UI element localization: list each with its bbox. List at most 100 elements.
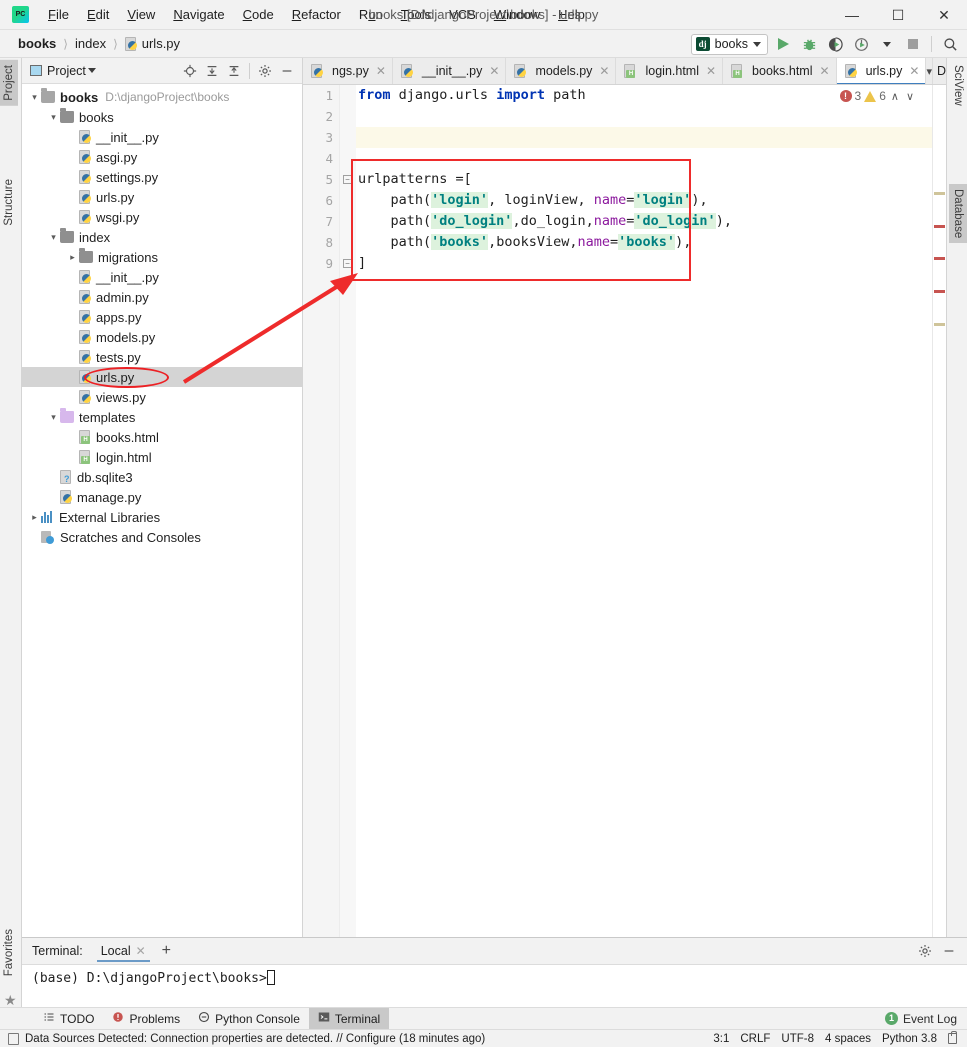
code-content[interactable]: from django.urls import path urlpatterns… [356, 85, 946, 937]
menu-item-tools[interactable]: Tools [392, 3, 440, 26]
close-icon[interactable]: ✕ [706, 64, 716, 78]
breadcrumb-item-urls[interactable]: urls.py [121, 35, 184, 52]
tree-node[interactable]: ▸ migrations [22, 247, 302, 267]
sidebar-item-database[interactable]: Database [949, 184, 967, 244]
expand-all-button[interactable] [202, 61, 222, 81]
menu-item-view[interactable]: View [118, 3, 164, 26]
indent-setting[interactable]: 4 spaces [825, 1033, 871, 1045]
close-button[interactable]: ✕ [921, 0, 967, 30]
file-encoding[interactable]: UTF-8 [781, 1033, 814, 1045]
inspection-widget[interactable]: ! 3 6 ∧ ∨ [839, 89, 917, 103]
tree-node[interactable]: settings.py [22, 167, 302, 187]
tree-node[interactable]: ▾ books [22, 107, 302, 127]
lock-icon[interactable] [948, 1031, 957, 1044]
chevron-right-icon[interactable]: ▸ [66, 252, 79, 263]
tree-node[interactable]: ▾ index [22, 227, 302, 247]
chevron-down-icon[interactable]: ▾ [47, 112, 60, 123]
chevron-down-icon[interactable]: ▾ [47, 232, 60, 243]
tree-node[interactable]: wsgi.py [22, 207, 302, 227]
menu-item-navigate[interactable]: Navigate [164, 3, 233, 26]
tree-node[interactable]: ▾ books D:\djangoProject\books [22, 87, 302, 107]
tree-node[interactable]: models.py [22, 327, 302, 347]
terminal-settings-button[interactable] [915, 941, 935, 961]
chevron-down-icon[interactable]: ▾ [47, 412, 60, 423]
error-stripe-marker[interactable] [934, 323, 945, 326]
sidebar-item-sciview[interactable]: SciView [949, 60, 967, 111]
run-with-coverage-button[interactable] [824, 33, 846, 55]
code-editor[interactable]: 1 2 3 4 5 6 7 8 9 − − from django.urls import pa… [303, 85, 946, 937]
chevron-right-icon[interactable]: ▸ [28, 512, 41, 523]
project-tree[interactable]: ▾ books D:\djangoProject\books ▾ books __init… [22, 84, 302, 937]
editor-tab-loginhtml[interactable]: Hlogin.html ✕ [616, 58, 724, 84]
error-stripe-marker[interactable] [934, 225, 945, 228]
database-tab[interactable]: Data [931, 58, 946, 84]
menu-item-help[interactable]: Help [549, 3, 594, 26]
event-log-area[interactable]: 1 Event Log [884, 1012, 967, 1026]
error-stripe-marker[interactable] [934, 257, 945, 260]
search-everywhere-button[interactable] [939, 33, 961, 55]
chevron-down-icon[interactable] [87, 68, 96, 73]
menu-item-refactor[interactable]: Refactor [283, 3, 350, 26]
tree-node-selected[interactable]: urls.py [22, 367, 302, 387]
line-separator[interactable]: CRLF [740, 1033, 770, 1045]
tree-node[interactable]: ▾ templates [22, 407, 302, 427]
sidebar-item-structure[interactable]: Structure [0, 174, 18, 231]
tool-tab-problems[interactable]: Problems [103, 1008, 189, 1030]
chevron-down-icon[interactable]: ▾ [28, 92, 41, 103]
hide-panel-button[interactable] [277, 61, 297, 81]
debug-button[interactable] [798, 33, 820, 55]
fold-marker-collapse[interactable]: − [343, 175, 352, 184]
menu-item-edit[interactable]: Edit [78, 3, 118, 26]
tree-node[interactable]: manage.py [22, 487, 302, 507]
profile-dropdown[interactable] [876, 33, 898, 55]
sidebar-item-project[interactable]: Project [0, 60, 18, 106]
fold-marker-end[interactable]: − [343, 259, 352, 268]
tree-node[interactable]: ? db.sqlite3 [22, 467, 302, 487]
tree-node[interactable]: urls.py [22, 187, 302, 207]
breadcrumb-item-index[interactable]: index [71, 35, 110, 52]
close-icon[interactable]: ✕ [136, 944, 146, 958]
run-configuration-selector[interactable]: dj books [690, 33, 768, 55]
tool-tab-pythonconsole[interactable]: Python Console [189, 1008, 309, 1030]
tree-node[interactable]: Hlogin.html [22, 447, 302, 467]
tree-node[interactable]: ▸ External Libraries [22, 507, 302, 527]
status-message-area[interactable]: Data Sources Detected: Connection proper… [0, 1032, 485, 1045]
close-icon[interactable]: ✕ [376, 64, 386, 78]
minimize-button[interactable]: — [829, 0, 875, 30]
settings-button[interactable] [255, 61, 275, 81]
error-stripe-marker-bar[interactable] [932, 85, 946, 937]
tree-node[interactable]: views.py [22, 387, 302, 407]
tool-tab-terminal[interactable]: Terminal [308, 1007, 390, 1030]
add-terminal-button[interactable]: + [156, 942, 177, 960]
tree-node[interactable]: Scratches and Consoles [22, 527, 302, 547]
tool-tab-todo[interactable]: TODO [34, 1008, 103, 1030]
error-stripe-marker[interactable] [934, 192, 945, 195]
tree-node[interactable]: asgi.py [22, 147, 302, 167]
terminal-hide-button[interactable] [939, 941, 959, 961]
menu-item-file[interactable]: File [39, 3, 78, 26]
breadcrumb-item-books[interactable]: books [14, 35, 60, 52]
terminal-tab-local[interactable]: Local ✕ [95, 941, 152, 962]
chevron-down-icon[interactable]: ∨ [904, 90, 916, 103]
run-button[interactable] [772, 33, 794, 55]
close-icon[interactable]: ✕ [909, 64, 919, 78]
tree-node[interactable]: apps.py [22, 307, 302, 327]
chevron-up-icon[interactable]: ∧ [889, 90, 901, 103]
stop-button[interactable] [902, 33, 924, 55]
close-icon[interactable]: ✕ [820, 64, 830, 78]
close-icon[interactable]: ✕ [489, 64, 499, 78]
collapse-all-button[interactable] [224, 61, 244, 81]
locate-file-button[interactable] [180, 61, 200, 81]
editor-tab-ngspy[interactable]: ngs.py ✕ [303, 58, 393, 84]
tree-node[interactable]: __init__.py [22, 267, 302, 287]
code-folding-strip[interactable]: − − [340, 85, 356, 937]
profile-button[interactable] [850, 33, 872, 55]
python-interpreter[interactable]: Python 3.8 [882, 1033, 937, 1045]
caret-position[interactable]: 3:1 [713, 1033, 729, 1045]
editor-tab-initpy[interactable]: __init__.py ✕ [393, 58, 507, 84]
error-stripe-marker[interactable] [934, 290, 945, 293]
menu-item-code[interactable]: Code [234, 3, 283, 26]
editor-tab-bookshtml[interactable]: Hbooks.html ✕ [723, 58, 837, 84]
tree-node[interactable]: Hbooks.html [22, 427, 302, 447]
menu-item-vcs[interactable]: VCS [440, 3, 485, 26]
